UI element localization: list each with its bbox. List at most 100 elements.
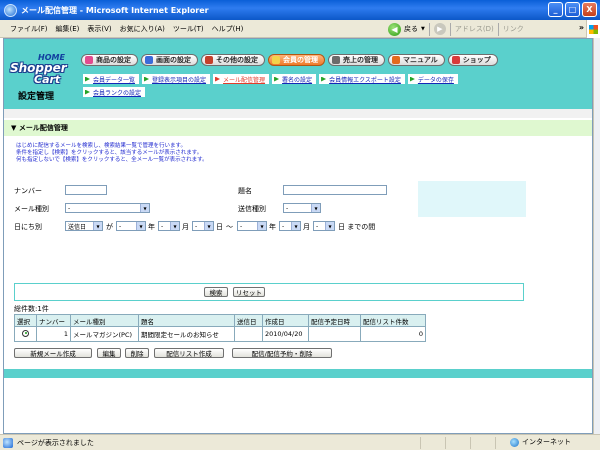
subject-input[interactable] xyxy=(283,185,387,195)
nav-tab-other[interactable]: その他の設定 xyxy=(201,54,265,66)
subnav-mail-delivery[interactable]: メール配信管理 xyxy=(213,74,270,84)
arrow-right-icon xyxy=(85,76,90,82)
reset-button[interactable]: リセット xyxy=(233,287,265,297)
intro-line: 何も指定しないで【検索】をクリックすると、全メール一覧が表示されます。 xyxy=(16,157,208,163)
forward-arrow-icon[interactable]: ▶ xyxy=(433,23,446,35)
logo-cart-text: Cart xyxy=(34,73,61,86)
ga-text: が xyxy=(106,223,113,231)
chevron-down-icon[interactable]: ▼ xyxy=(421,26,425,32)
intro-line: はじめに配信するメールを検索し、検索結果一覧で管理を行います。 xyxy=(16,143,186,149)
select-cell[interactable] xyxy=(14,326,37,342)
from-year-select[interactable]: - xyxy=(116,221,146,231)
toolbar: ◀ 戻る ▼ ▶ アドレス(D) リンク xyxy=(388,21,524,37)
mail-type-cell: メールマガジン(PC) xyxy=(70,326,139,342)
edit-button[interactable]: 編集 xyxy=(97,348,121,358)
date-label: 日にち別 xyxy=(14,223,42,231)
ie-logo-icon xyxy=(4,3,17,17)
overflow-chevron-icon[interactable]: » xyxy=(579,23,584,32)
subnav-signature[interactable]: 署名の設定 xyxy=(272,74,317,84)
results-table: 選択 ナンバー メール種別 題名 送信日 作成日 配信予定日時 配信リスト件数 … xyxy=(14,314,426,342)
number-input[interactable] xyxy=(65,185,107,195)
from-month-select[interactable]: - xyxy=(158,221,180,231)
subnav-member-rank[interactable]: 会員ランクの設定 xyxy=(83,87,146,97)
menu-help[interactable]: ヘルプ(H) xyxy=(212,24,244,34)
shopper-cart-logo[interactable]: HOME Shopper Cart 設定管理 xyxy=(10,53,80,102)
number-cell: 1 xyxy=(36,326,71,342)
nav-tab-manual[interactable]: マニュアル xyxy=(388,54,445,66)
subject-label: 題名 xyxy=(238,187,252,195)
status-text: ページが表示されました xyxy=(17,438,94,447)
scheduled-cell xyxy=(308,326,361,342)
subnav-label: 署名の設定 xyxy=(282,76,313,84)
col-scheduled: 配信予定日時 xyxy=(308,314,361,327)
back-label: 戻る xyxy=(404,25,418,33)
create-list-button[interactable]: 配信リスト作成 xyxy=(154,348,224,358)
subnav-member-list[interactable]: 会員データ一覧 xyxy=(83,74,140,84)
subnav-label: メール配信管理 xyxy=(223,76,266,84)
nav-tab-sales[interactable]: 売上の管理 xyxy=(328,54,385,66)
select-radio[interactable] xyxy=(22,329,29,337)
nav-tab-products[interactable]: 商品の設定 xyxy=(81,54,138,66)
status-divider xyxy=(445,437,446,449)
day-text: 日 xyxy=(216,223,223,231)
subnav-label: 会員ランクの設定 xyxy=(93,89,142,97)
maximize-button[interactable]: □ xyxy=(565,2,580,17)
from-day-select[interactable]: - xyxy=(192,221,214,231)
separator xyxy=(497,22,499,36)
to-day-select[interactable]: - xyxy=(313,221,335,231)
site-footer xyxy=(4,369,592,378)
subnav-export[interactable]: 会員情報エクスポート設定 xyxy=(319,74,405,84)
new-mail-button[interactable]: 新規メール作成 xyxy=(14,348,92,358)
vertical-scrollbar[interactable] xyxy=(593,38,600,434)
delete-button[interactable]: 削除 xyxy=(125,348,149,358)
to-month-select[interactable]: - xyxy=(279,221,301,231)
send-type-select[interactable]: - xyxy=(283,203,321,213)
subnav-label: 会員情報エクスポート設定 xyxy=(329,76,401,84)
address-label[interactable]: アドレス(D) xyxy=(455,24,494,34)
menu-tools[interactable]: ツール(T) xyxy=(173,24,204,34)
back-arrow-icon: ◀ xyxy=(388,22,401,36)
col-list-count: 配信リスト件数 xyxy=(360,314,426,327)
menu-file[interactable]: ファイル(F) xyxy=(10,24,48,34)
nav-tab-screen[interactable]: 画面の設定 xyxy=(141,54,198,66)
col-sent-date: 送信日 xyxy=(234,314,263,327)
sales-icon xyxy=(332,56,340,64)
minimize-button[interactable]: _ xyxy=(548,2,563,17)
number-label: ナンバー xyxy=(14,187,42,195)
windows-flag-icon xyxy=(589,24,598,34)
tilde-text: ～ xyxy=(226,223,233,231)
links-label[interactable]: リンク xyxy=(503,24,524,34)
product-icon xyxy=(85,56,93,64)
menu-favorites[interactable]: お気に入り(A) xyxy=(120,24,165,34)
mail-type-select[interactable]: - xyxy=(65,203,150,213)
subnav-data-save[interactable]: データの保存 xyxy=(407,74,458,84)
nav-tab-members[interactable]: 会員の管理 xyxy=(268,54,325,66)
search-button[interactable]: 検索 xyxy=(204,287,228,297)
status-divider xyxy=(470,437,471,449)
windows-logo xyxy=(586,20,600,38)
subnav-display-items[interactable]: 登録表示項目の設定 xyxy=(142,74,211,84)
back-button[interactable]: ◀ 戻る ▼ xyxy=(388,22,425,36)
arrow-right-icon xyxy=(409,76,415,82)
send-type-label: 送信種別 xyxy=(238,205,266,213)
schedule-delivery-button[interactable]: 配信/配信予約・削除 xyxy=(232,348,332,358)
menu-list: ファイル(F) 編集(E) 表示(V) お気に入り(A) ツール(T) ヘルプ(… xyxy=(10,24,251,34)
total-count: 総件数:1件 xyxy=(14,305,49,313)
to-year-select[interactable]: - xyxy=(237,221,267,231)
settings-icon xyxy=(205,56,213,64)
created-date-cell: 2010/04/20 xyxy=(262,326,309,342)
table-row[interactable]: 1 メールマガジン(PC) 期間限定セールのお知らせ 2010/04/20 0 xyxy=(14,326,426,342)
year-text: 年 xyxy=(269,223,276,231)
menu-view[interactable]: 表示(V) xyxy=(87,24,111,34)
table-header-row: 選択 ナンバー メール種別 題名 送信日 作成日 配信予定日時 配信リスト件数 xyxy=(14,314,426,327)
nav-tab-label: 商品の設定 xyxy=(96,56,131,64)
nav-tab-label: 画面の設定 xyxy=(156,56,191,64)
page-icon xyxy=(3,437,13,448)
nav-tab-shop[interactable]: ショップ xyxy=(447,54,498,66)
security-zone: インターネット xyxy=(510,437,571,447)
date-field-select[interactable]: 送信日 xyxy=(65,221,103,231)
close-button[interactable]: X xyxy=(582,2,597,17)
menu-edit[interactable]: 編集(E) xyxy=(56,24,80,34)
window-controls: _ □ X xyxy=(548,2,597,17)
subnav-label: 登録表示項目の設定 xyxy=(152,76,207,84)
